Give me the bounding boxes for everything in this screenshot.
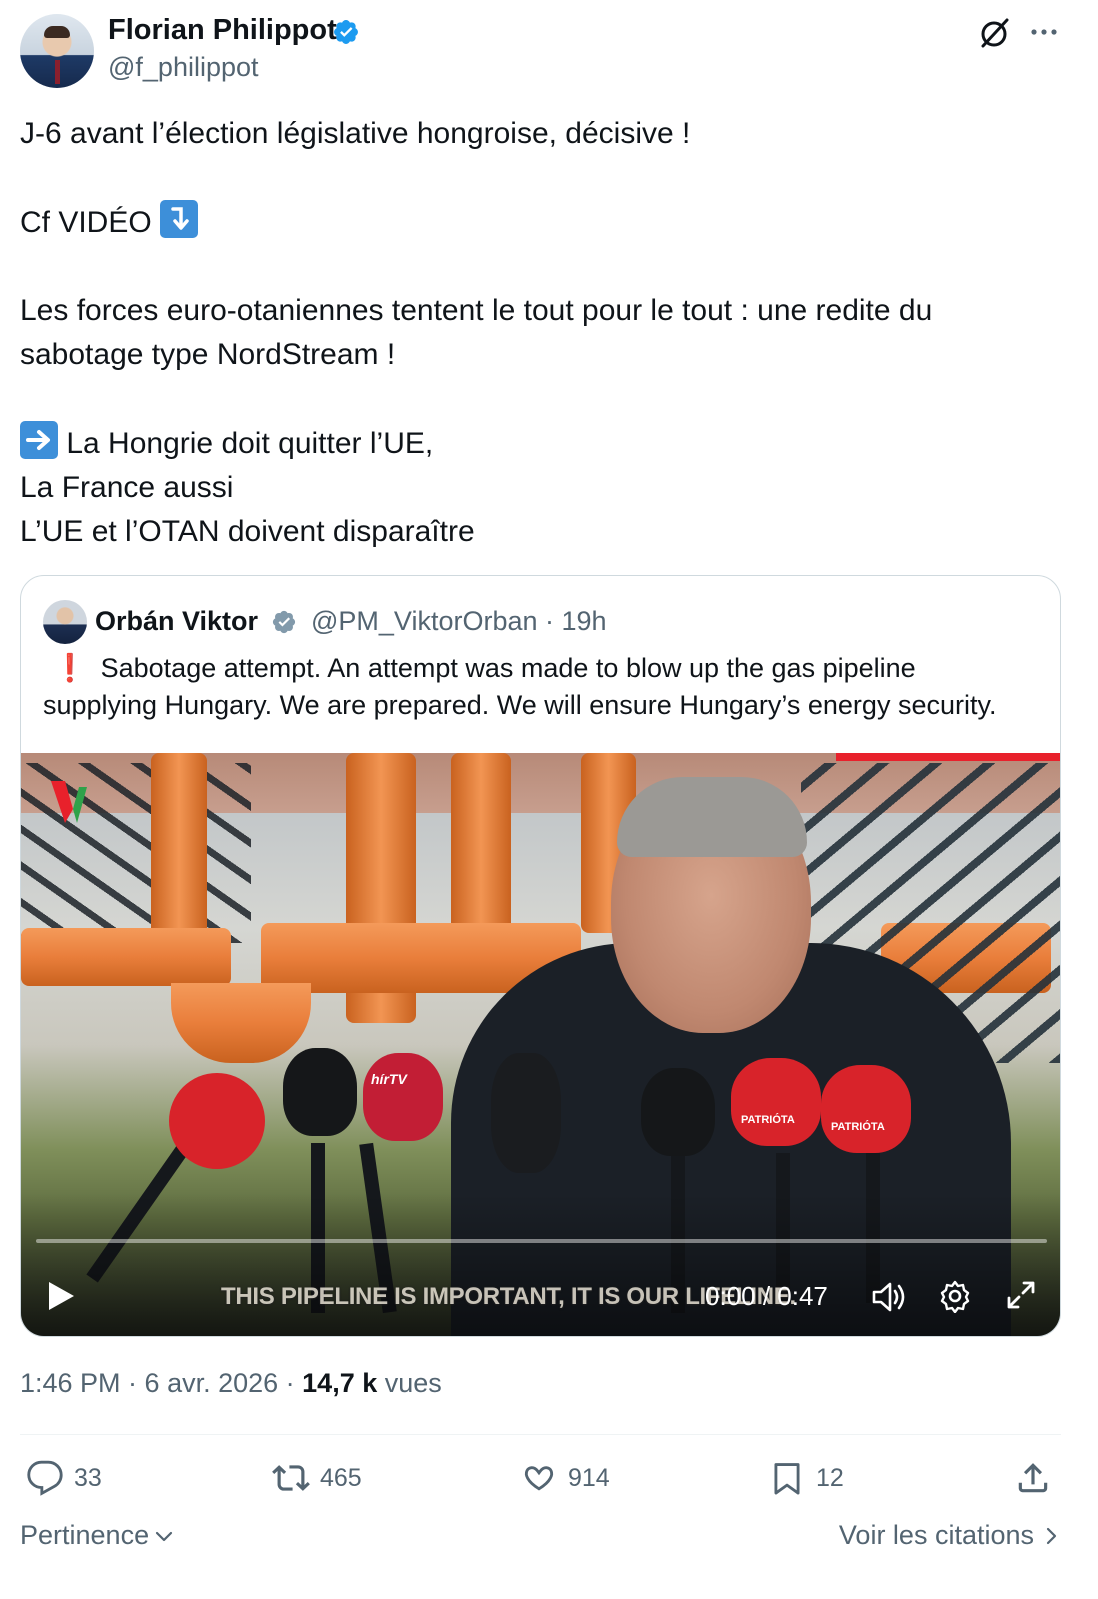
sort-label: Pertinence (20, 1520, 150, 1550)
share-icon (1018, 1463, 1048, 1493)
tweet-spacer (20, 156, 1070, 200)
verified-badge-icon (334, 20, 358, 44)
share-button[interactable] (1014, 1458, 1052, 1498)
bookmark-button[interactable]: 12 (768, 1458, 844, 1498)
quoted-author-name[interactable]: Orbán Viktor (95, 606, 258, 637)
volume-icon[interactable] (871, 1280, 907, 1314)
reply-button[interactable]: 33 (26, 1458, 102, 1498)
tweet-line-text: La Hongrie doit quitter l’UE, (66, 427, 434, 460)
video-controls-gradient (21, 1193, 1060, 1336)
settings-gear-icon[interactable] (938, 1279, 972, 1313)
broadcast-red-bar (836, 753, 1060, 761)
play-icon[interactable] (45, 1279, 77, 1313)
bookmark-count: 12 (816, 1463, 844, 1492)
chevron-right-icon (1046, 1527, 1057, 1544)
video-progress-bar[interactable] (36, 1239, 1047, 1243)
mic-label: PATRIÓTA (831, 1121, 885, 1133)
views-count: 14,7 k (302, 1368, 378, 1398)
author-name[interactable]: Florian Philippot (108, 14, 337, 47)
microphone-patriota: PATRIÓTA (821, 1065, 911, 1153)
avatar-tie (55, 60, 60, 84)
timestamp[interactable]: 1:46 PM · 6 avr. 2026 · (20, 1368, 302, 1398)
tweet-line: J-6 avant l’élection législative hongroi… (20, 117, 691, 150)
tweet-line-text: Cf VIDÉO (20, 206, 152, 239)
tweet-line: L’UE et l’OTAN doivent disparaître (20, 515, 475, 548)
sort-replies-dropdown[interactable]: Pertinence (20, 1520, 175, 1551)
view-quotes-link[interactable]: Voir les citations (839, 1520, 1060, 1551)
tweet-line: La Hongrie doit quitter l’UE, (20, 421, 1070, 466)
view-quotes-label: Voir les citations (838, 1520, 1034, 1550)
quoted-text-line: ❗ Sabotage attempt. An attempt was made t… (43, 650, 1053, 687)
author-avatar[interactable] (20, 14, 94, 88)
views-label: vues (377, 1368, 442, 1398)
tweet-line: Cf VIDÉO (20, 200, 1070, 245)
reply-count: 33 (74, 1463, 102, 1492)
quoted-text-line2: supplying Hungary. We are prepared. We w… (43, 690, 997, 720)
tweet-line: Les forces euro-otaniennes tentent le to… (20, 294, 933, 327)
quoted-verified-badge-icon (272, 610, 296, 634)
video-player[interactable]: hírTV PATRIÓTA PATRIÓTA THIS PIPELINE IS… (21, 753, 1060, 1336)
microphone-patriota: PATRIÓTA (731, 1058, 821, 1146)
divider (20, 1434, 1061, 1435)
repost-icon (272, 1465, 310, 1491)
avatar-hair (44, 26, 70, 38)
heart-icon (524, 1466, 554, 1491)
pipeline-elbow (171, 983, 311, 1063)
speaker-hair (617, 777, 807, 857)
like-count: 914 (568, 1463, 610, 1492)
tweet-line: sabotage type NordStream ! (20, 338, 396, 371)
like-button[interactable]: 914 (520, 1458, 610, 1498)
repost-button[interactable]: 465 (272, 1458, 362, 1498)
microphone-red (169, 1073, 265, 1169)
quoted-text-line1: Sabotage attempt. An attempt was made to… (100, 653, 916, 683)
reply-icon (27, 1460, 63, 1496)
bookmark-icon (774, 1463, 800, 1495)
mic-label: hírTV (371, 1071, 407, 1087)
microphone-black (283, 1048, 357, 1136)
tweet-spacer (20, 245, 1070, 289)
quoted-handle-time[interactable]: @PM_ViktorOrban · 19h (311, 606, 607, 637)
author-handle[interactable]: @f_philippot (108, 52, 259, 83)
arrow-right-emoji-icon (20, 421, 58, 459)
chevron-down-icon (155, 1531, 173, 1541)
arrow-down-right-emoji-icon (160, 200, 199, 238)
microphone-black (491, 1053, 561, 1173)
fullscreen-expand-icon[interactable] (1005, 1279, 1037, 1311)
tweet-text: J-6 avant l’élection législative hongroi… (20, 112, 1070, 554)
tweet-line: La France aussi (20, 471, 234, 504)
grok-icon[interactable] (977, 16, 1011, 50)
repost-count: 465 (320, 1463, 362, 1492)
microphone-black (641, 1068, 715, 1156)
microphone-hirtv: hírTV (363, 1053, 443, 1141)
quoted-text: ❗ Sabotage attempt. An attempt was made t… (43, 650, 1053, 724)
channel-logo-icon (51, 781, 87, 823)
exclamation-emoji-icon: ❗ (53, 653, 87, 683)
tweet-spacer (20, 377, 1070, 421)
mic-label: PATRIÓTA (741, 1114, 795, 1126)
video-time: 0:00 / 0:47 (705, 1281, 828, 1311)
more-options-icon[interactable] (1028, 18, 1060, 46)
pipeline-horizontal (21, 928, 231, 986)
quoted-tweet-card[interactable]: Orbán Viktor @PM_ViktorOrban · 19h ❗ Sabo… (20, 575, 1061, 1337)
quoted-avatar[interactable] (43, 600, 87, 644)
tweet-meta: 1:46 PM · 6 avr. 2026 · 14,7 k vues (20, 1368, 442, 1399)
